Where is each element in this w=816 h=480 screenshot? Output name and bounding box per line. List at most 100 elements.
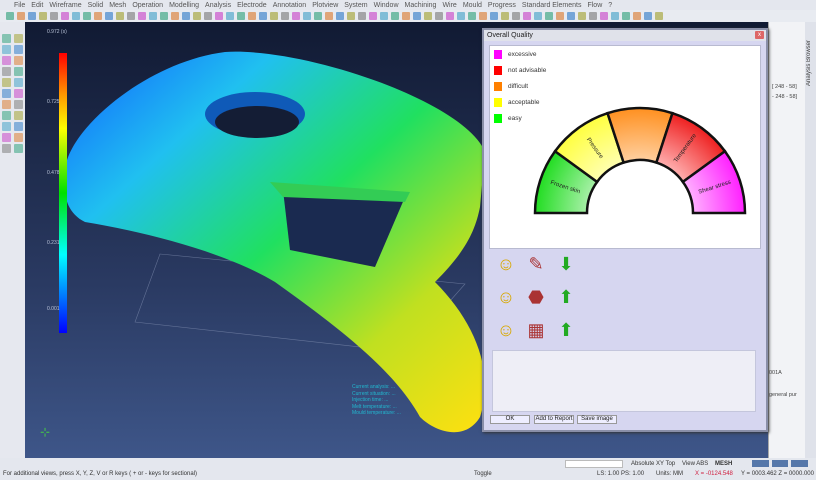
toolbar-button-icon[interactable] xyxy=(28,12,36,20)
menu-item[interactable]: Wireframe xyxy=(49,2,81,9)
tool-button-icon[interactable] xyxy=(14,133,23,142)
toggle-label[interactable]: Toggle xyxy=(474,471,492,477)
toolbar-button-icon[interactable] xyxy=(347,12,355,20)
toolbar-button-icon[interactable] xyxy=(270,12,278,20)
toolbar-button-icon[interactable] xyxy=(39,12,47,20)
add-to-report-button[interactable]: Add to Report xyxy=(534,415,574,424)
toolbar-button-icon[interactable] xyxy=(6,12,14,20)
tool-button-icon[interactable] xyxy=(2,34,11,43)
toolbar-button-icon[interactable] xyxy=(50,12,58,20)
toolbar-button-icon[interactable] xyxy=(556,12,564,20)
search-input[interactable] xyxy=(565,460,623,468)
menu-item[interactable]: ? xyxy=(608,2,612,9)
toolbar-button-icon[interactable] xyxy=(292,12,300,20)
toolbar-button-icon[interactable] xyxy=(336,12,344,20)
tool-button-icon[interactable] xyxy=(2,78,11,87)
toolbar-button-icon[interactable] xyxy=(182,12,190,20)
tool-button-icon[interactable] xyxy=(14,56,23,65)
menu-item[interactable]: File xyxy=(14,2,25,9)
toolbar-button-icon[interactable] xyxy=(303,12,311,20)
tool-button-icon[interactable] xyxy=(14,122,23,131)
toolbar-button-icon[interactable] xyxy=(17,12,25,20)
toolbar-button-icon[interactable] xyxy=(479,12,487,20)
toolbar-button-icon[interactable] xyxy=(193,12,201,20)
menu-item[interactable]: Standard Elements xyxy=(522,2,582,9)
toolbar-button-icon[interactable] xyxy=(72,12,80,20)
tool-button-icon[interactable] xyxy=(14,100,23,109)
toolbar-button-icon[interactable] xyxy=(600,12,608,20)
dialog-title-bar[interactable]: Overall Quality x xyxy=(484,30,766,41)
toolbar-button-icon[interactable] xyxy=(215,12,223,20)
analysis-browser-tab[interactable]: Analysis Browser xyxy=(806,40,812,86)
toolbar-button-icon[interactable] xyxy=(501,12,509,20)
toolbar-button-icon[interactable] xyxy=(259,12,267,20)
close-button[interactable]: x xyxy=(755,31,764,39)
toolbar-button-icon[interactable] xyxy=(490,12,498,20)
toolbar-button-icon[interactable] xyxy=(457,12,465,20)
toolbar-button-icon[interactable] xyxy=(446,12,454,20)
tool-button-icon[interactable] xyxy=(14,89,23,98)
toolbar-button-icon[interactable] xyxy=(545,12,553,20)
toolbar-button-icon[interactable] xyxy=(523,12,531,20)
toolbar-button-icon[interactable] xyxy=(424,12,432,20)
menu-item[interactable]: Operation xyxy=(132,2,163,9)
toolbar-button-icon[interactable] xyxy=(369,12,377,20)
tool-button-icon[interactable] xyxy=(2,133,11,142)
view-label[interactable]: Absolute XY Top xyxy=(631,461,675,467)
menu-item[interactable]: Annotation xyxy=(273,2,306,9)
toolbar-button-icon[interactable] xyxy=(589,12,597,20)
menu-item[interactable]: Analysis xyxy=(205,2,231,9)
menu-item[interactable]: Mould xyxy=(463,2,482,9)
view-abs-label[interactable]: View ABS xyxy=(682,461,708,467)
view-buttons[interactable] xyxy=(752,460,808,467)
menu-item[interactable]: Modelling xyxy=(169,2,199,9)
toolbar-button-icon[interactable] xyxy=(358,12,366,20)
toolbar-button-icon[interactable] xyxy=(171,12,179,20)
menu-item[interactable]: Solid xyxy=(88,2,104,9)
menu-item[interactable]: Wire xyxy=(442,2,456,9)
menu-item[interactable]: Window xyxy=(374,2,399,9)
toolbar-button-icon[interactable] xyxy=(226,12,234,20)
toolbar-button-icon[interactable] xyxy=(391,12,399,20)
tool-button-icon[interactable] xyxy=(2,144,11,153)
toolbar-button-icon[interactable] xyxy=(611,12,619,20)
toolbar-button-icon[interactable] xyxy=(402,12,410,20)
tool-button-icon[interactable] xyxy=(14,78,23,87)
menu-item[interactable]: System xyxy=(344,2,367,9)
toolbar-button-icon[interactable] xyxy=(567,12,575,20)
tool-button-icon[interactable] xyxy=(2,45,11,54)
tool-button-icon[interactable] xyxy=(2,111,11,120)
toolbar-button-icon[interactable] xyxy=(314,12,322,20)
toolbar-button-icon[interactable] xyxy=(105,12,113,20)
tool-button-icon[interactable] xyxy=(2,89,11,98)
toolbar-button-icon[interactable] xyxy=(534,12,542,20)
toolbar-button-icon[interactable] xyxy=(127,12,135,20)
save-image-button[interactable]: Save image xyxy=(577,415,617,424)
ok-button[interactable]: OK xyxy=(490,415,530,424)
tool-button-icon[interactable] xyxy=(2,122,11,131)
toolbar-button-icon[interactable] xyxy=(380,12,388,20)
toolbar-button-icon[interactable] xyxy=(204,12,212,20)
toolbar-button-icon[interactable] xyxy=(94,12,102,20)
menu-item[interactable]: Machining xyxy=(405,2,437,9)
tool-button-icon[interactable] xyxy=(14,111,23,120)
tool-button-icon[interactable] xyxy=(2,56,11,65)
menu-item[interactable]: Edit xyxy=(31,2,43,9)
toolbar-button-icon[interactable] xyxy=(138,12,146,20)
toolbar-button-icon[interactable] xyxy=(61,12,69,20)
toolbar-button-icon[interactable] xyxy=(435,12,443,20)
toolbar-button-icon[interactable] xyxy=(160,12,168,20)
toolbar-button-icon[interactable] xyxy=(655,12,663,20)
tool-button-icon[interactable] xyxy=(14,67,23,76)
toolbar-button-icon[interactable] xyxy=(413,12,421,20)
menu-item[interactable]: Electrode xyxy=(237,2,267,9)
tool-button-icon[interactable] xyxy=(14,34,23,43)
toolbar-button-icon[interactable] xyxy=(325,12,333,20)
tool-button-icon[interactable] xyxy=(14,144,23,153)
toolbar-button-icon[interactable] xyxy=(468,12,476,20)
toolbar-button-icon[interactable] xyxy=(633,12,641,20)
tool-button-icon[interactable] xyxy=(14,45,23,54)
toolbar-button-icon[interactable] xyxy=(149,12,157,20)
toolbar-button-icon[interactable] xyxy=(248,12,256,20)
toolbar-button-icon[interactable] xyxy=(116,12,124,20)
